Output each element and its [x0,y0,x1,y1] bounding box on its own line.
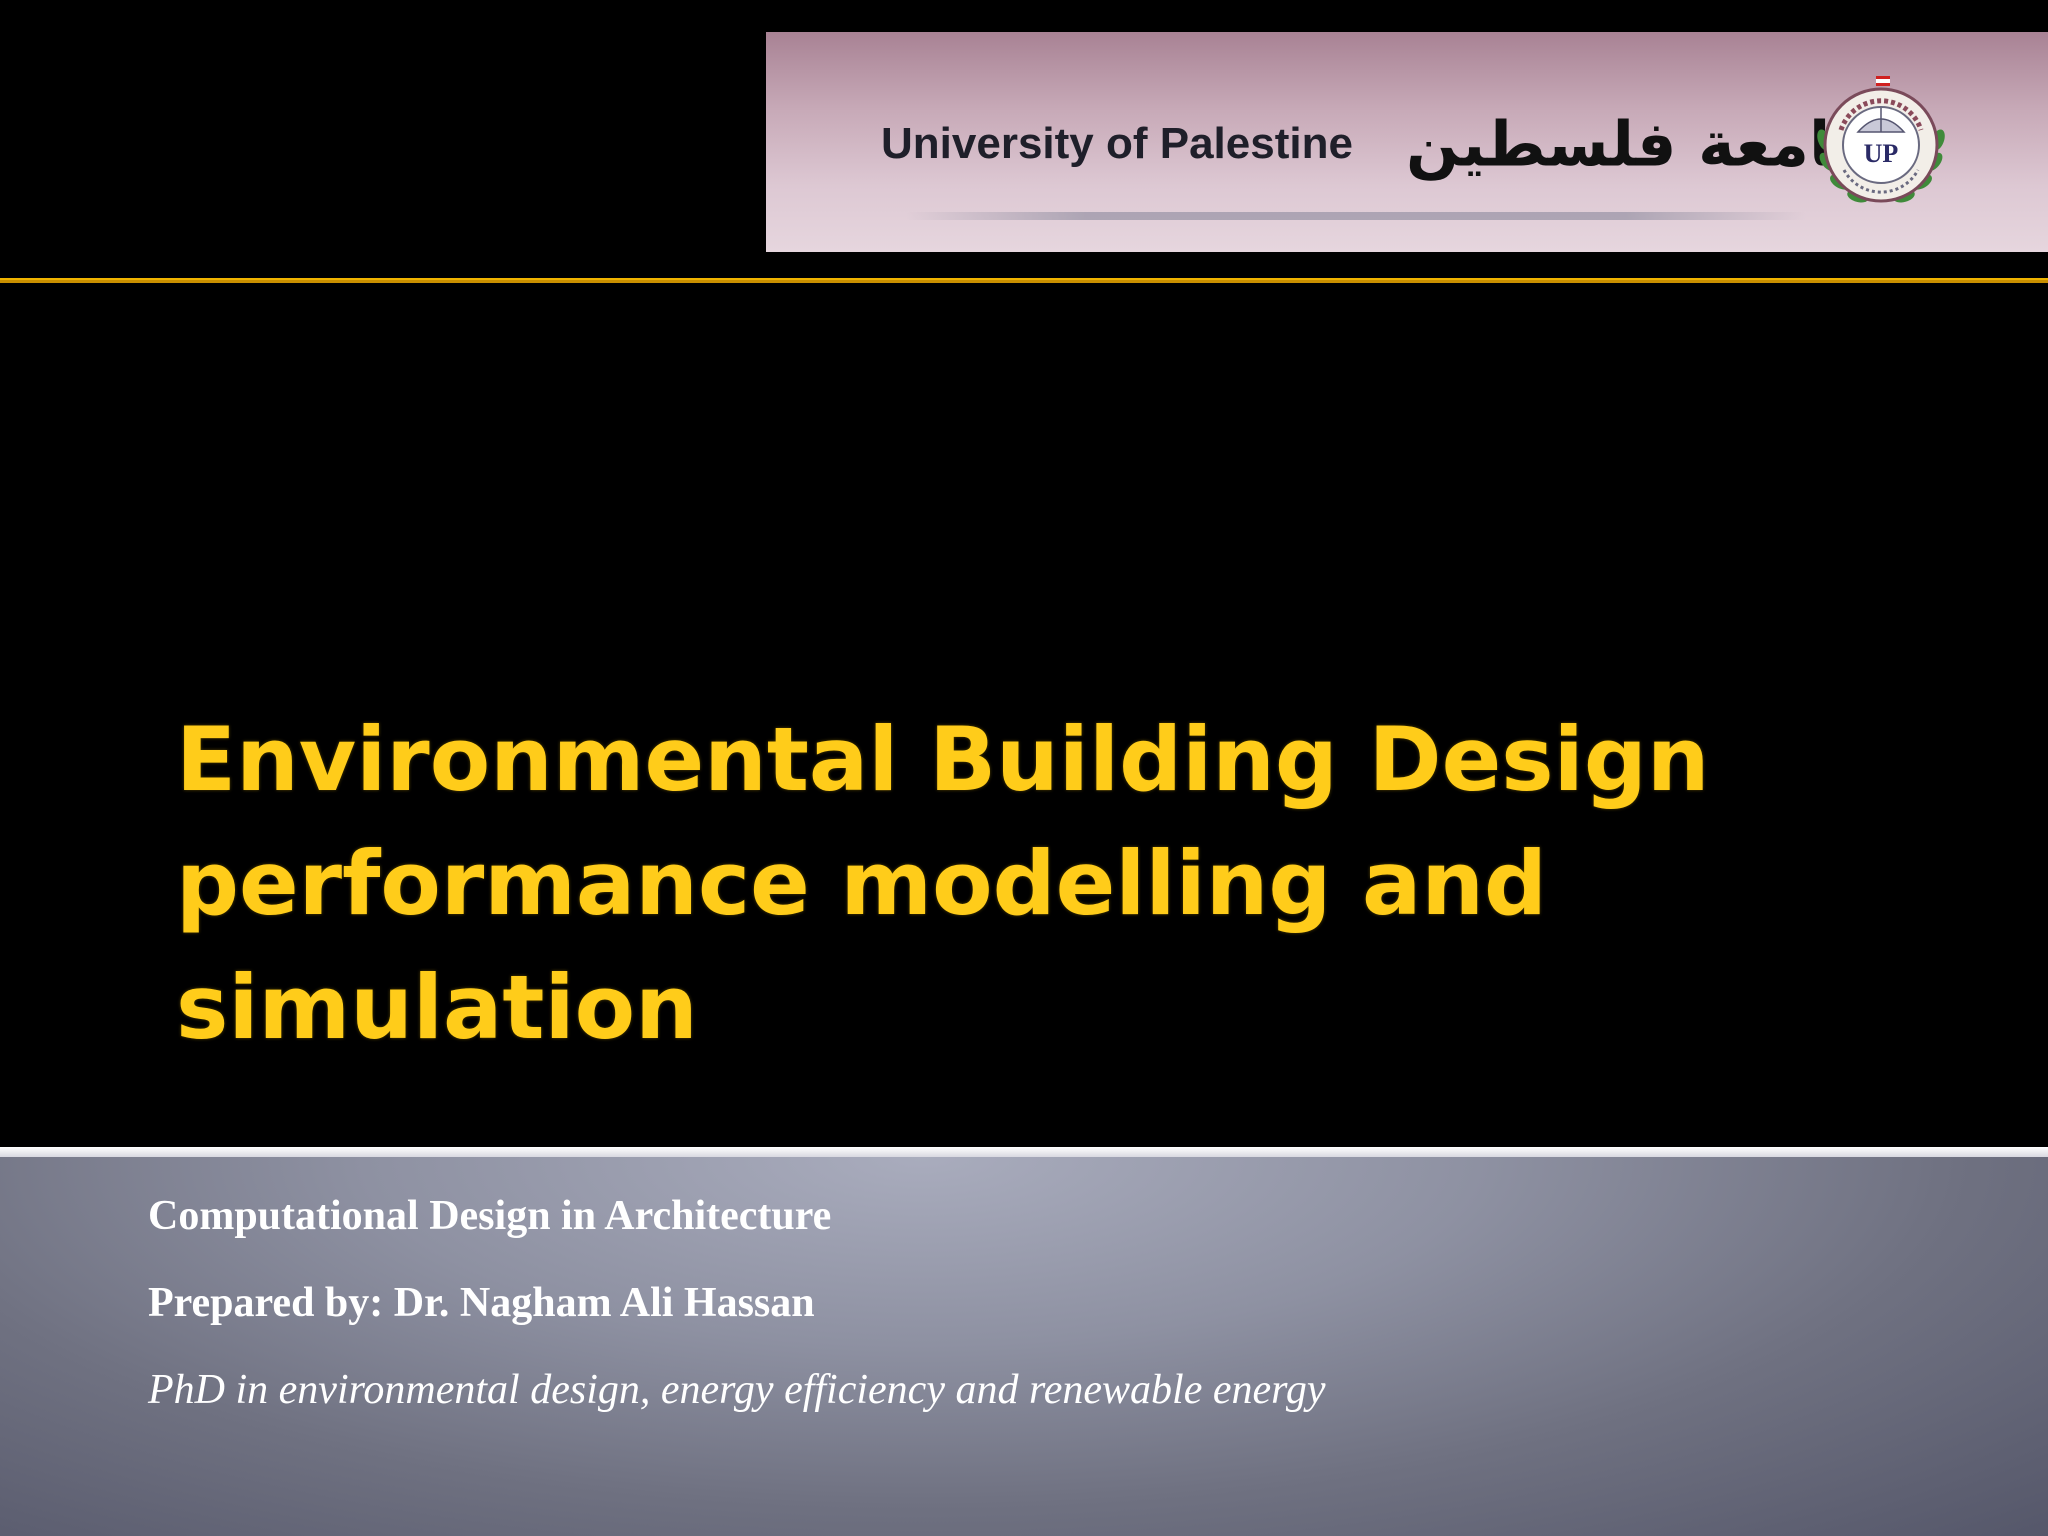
author-credentials: PhD in environmental design, energy effi… [148,1367,1326,1413]
university-banner: University of Palestine جامعة فلسطين UP [766,32,2048,252]
gold-divider-line-inner [0,280,2048,283]
course-name: Computational Design in Architecture [148,1193,832,1239]
title-line-1: Environmental Building Design [176,708,1710,811]
title-line-2: performance modelling and [176,832,1548,935]
author-line: Prepared by: Dr. Nagham Ali Hassan [148,1280,815,1326]
slide-title: Environmental Building Design performanc… [176,698,1976,1070]
banner-underline [906,212,1806,220]
title-slide: University of Palestine جامعة فلسطين UP … [0,0,2048,1536]
title-line-3: simulation [176,956,698,1059]
university-seal-logo: UP [1817,76,1945,203]
university-name-english: University of Palestine [881,119,1353,168]
white-divider-line [0,1147,2048,1157]
logo-initials: UP [1864,139,1899,168]
